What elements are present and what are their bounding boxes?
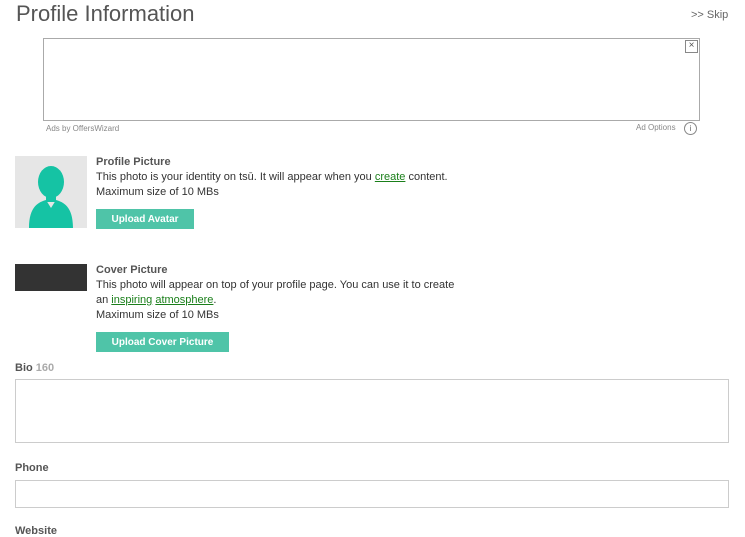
upload-cover-button[interactable]: Upload Cover Picture [96,332,229,352]
bio-label: Bio 160 [15,362,54,374]
bio-char-count: 160 [35,362,55,374]
phone-input[interactable] [15,480,729,508]
profile-picture-description: This photo is your identity on tsū. It w… [96,170,448,185]
cover-picture-description-2: an inspiring atmosphere. [96,293,216,308]
description-text: content. [405,171,448,183]
website-label: Website [15,525,57,537]
profile-picture-heading: Profile Picture [96,156,171,168]
description-text: . [213,294,217,306]
page-title: Profile Information [16,1,195,26]
description-text: This photo is your identity on tsū. It w… [96,171,375,183]
description-text: an [96,294,112,306]
cover-picture-heading: Cover Picture [96,264,168,276]
ad-banner[interactable]: × [43,38,700,121]
ad-options-link[interactable]: Ad Options [636,123,676,132]
bio-textarea[interactable] [15,379,729,443]
profile-picture-size-note: Maximum size of 10 MBs [96,186,219,198]
atmosphere-link[interactable]: atmosphere [155,294,213,306]
close-icon[interactable]: × [685,40,698,53]
user-silhouette-icon [29,166,73,228]
ad-attribution: Ads by OffersWizard [46,124,120,133]
skip-link[interactable]: >> Skip [691,9,728,21]
avatar-placeholder [15,156,87,228]
phone-label: Phone [15,462,49,474]
inspiring-link[interactable]: inspiring [111,294,152,306]
create-link[interactable]: create [375,171,406,183]
bio-label-text: Bio [15,362,33,374]
upload-avatar-button[interactable]: Upload Avatar [96,209,194,229]
cover-picture-size-note: Maximum size of 10 MBs [96,309,219,321]
cover-picture-description: This photo will appear on top of your pr… [96,279,455,291]
cover-placeholder [15,264,87,291]
info-icon[interactable]: i [684,122,697,135]
